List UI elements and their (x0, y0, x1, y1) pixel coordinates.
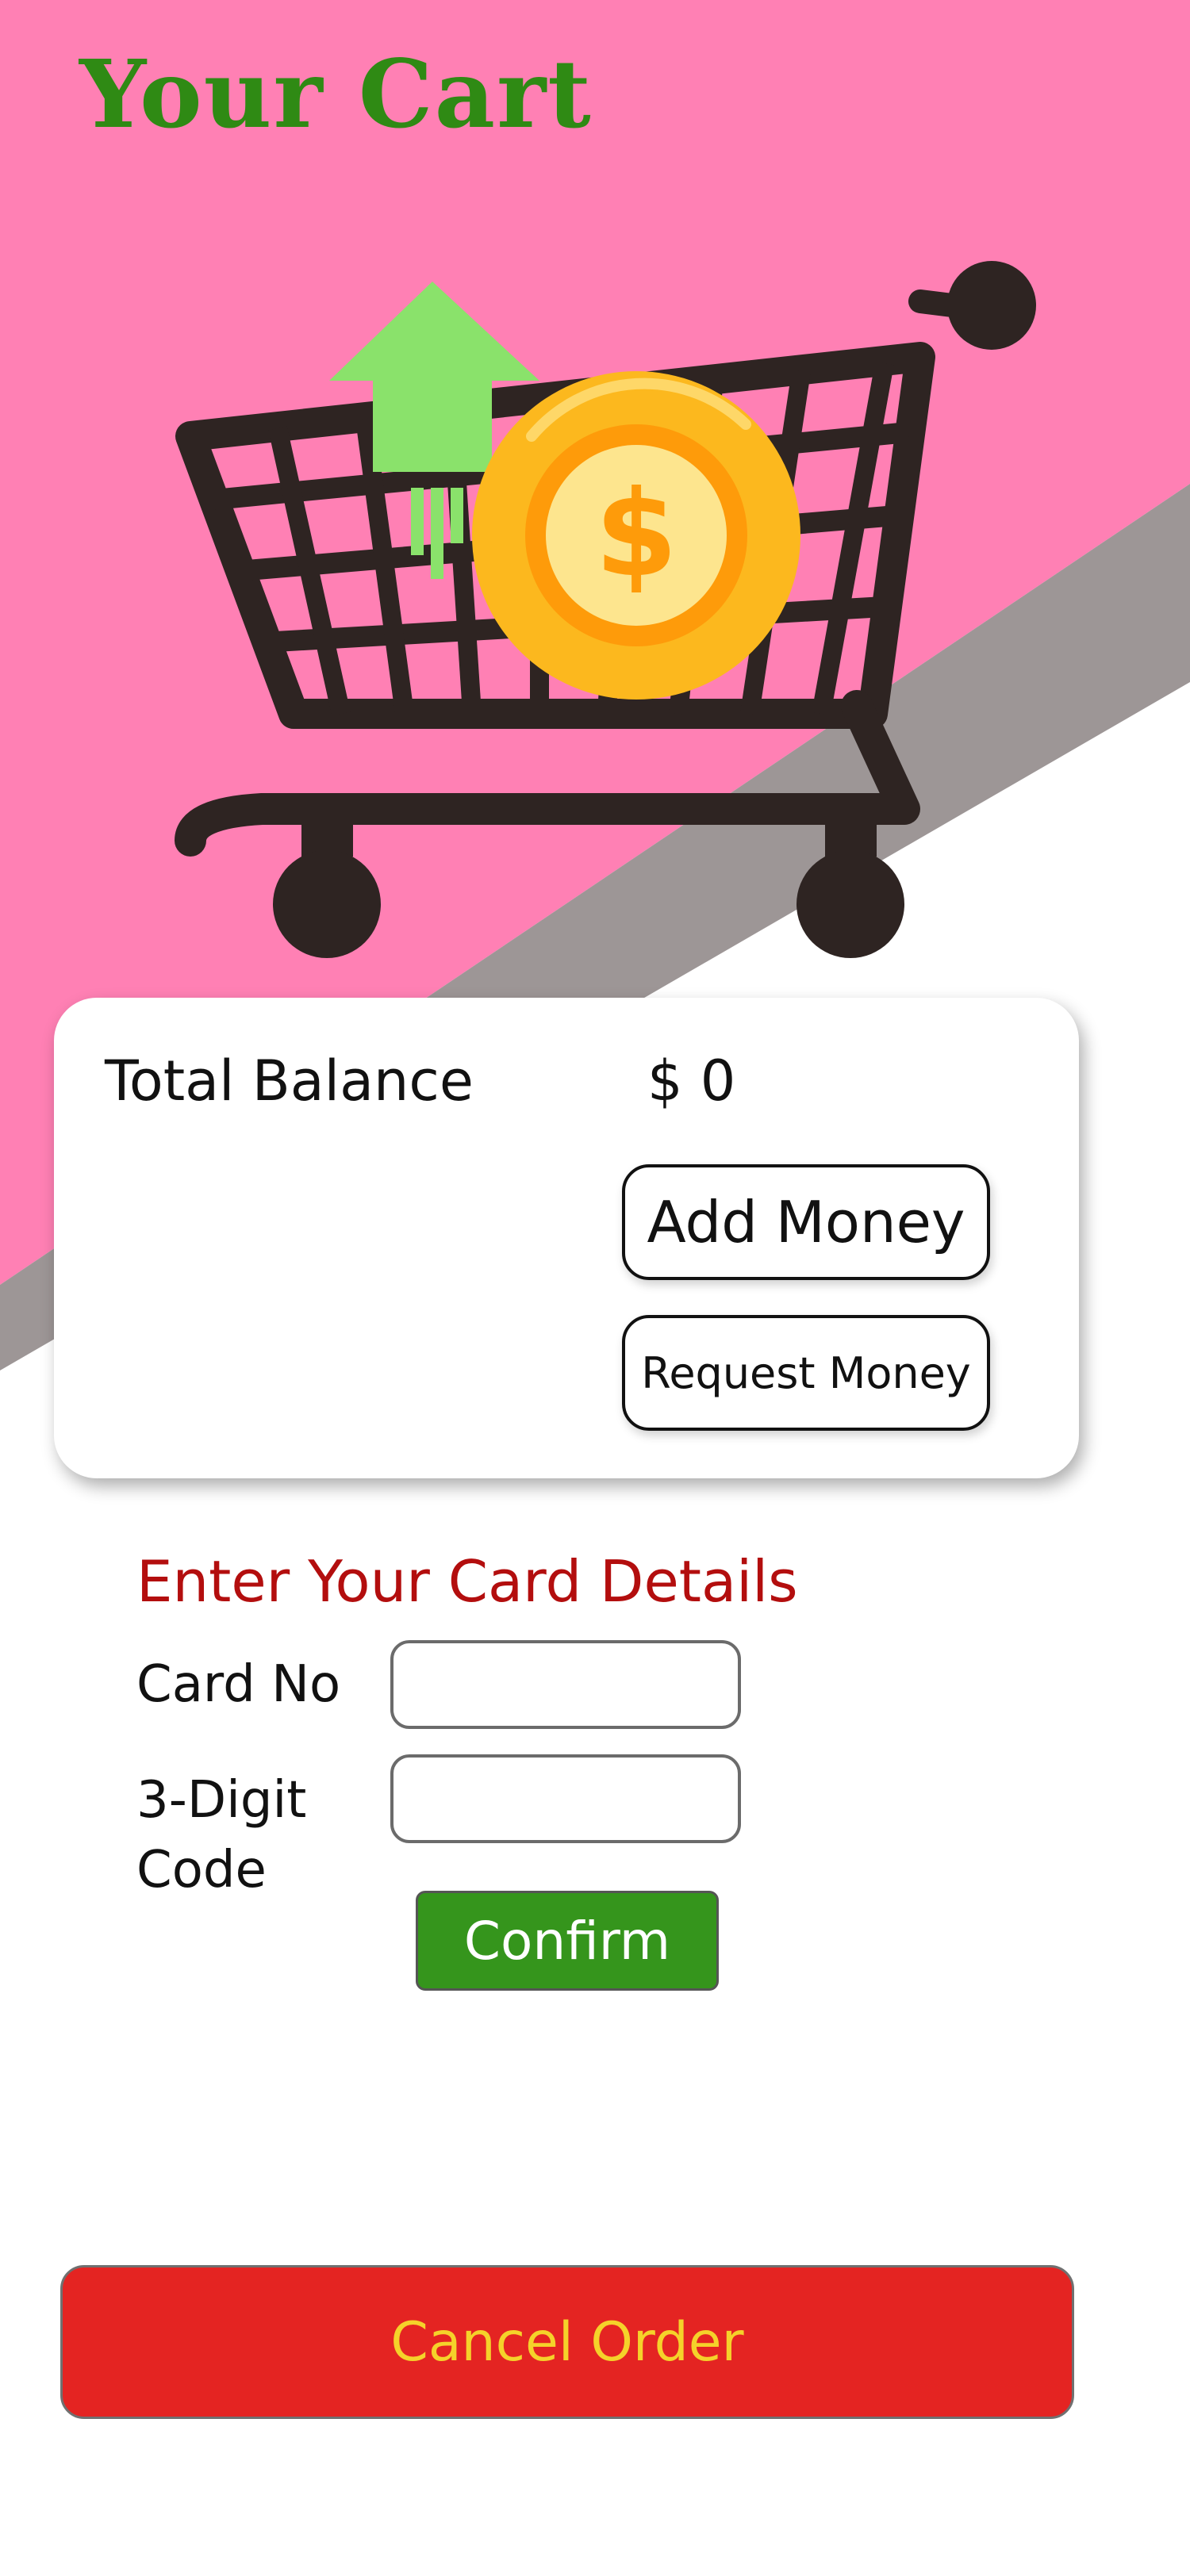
card-details-heading: Enter Your Card Details (136, 1548, 798, 1615)
cancel-order-button[interactable]: Cancel Order (60, 2265, 1074, 2419)
balance-card: Total Balance $ 0 Add Money Request Mone… (54, 998, 1079, 1478)
request-money-button[interactable]: Request Money (622, 1315, 990, 1431)
shopping-cart-dollar-icon: $ (175, 261, 1036, 958)
total-balance-value: $ 0 (647, 1048, 736, 1114)
security-code-field[interactable] (390, 1754, 741, 1843)
total-balance-label: Total Balance (105, 1048, 474, 1114)
card-number-label: Card No (136, 1655, 341, 1714)
confirm-button[interactable]: Confirm (416, 1891, 719, 1991)
add-money-button[interactable]: Add Money (622, 1164, 990, 1280)
security-code-label: 3-Digit Code (136, 1771, 307, 1899)
svg-text:$: $ (595, 466, 678, 604)
page-title: Your Cart (79, 39, 593, 149)
card-number-field[interactable] (390, 1640, 741, 1729)
